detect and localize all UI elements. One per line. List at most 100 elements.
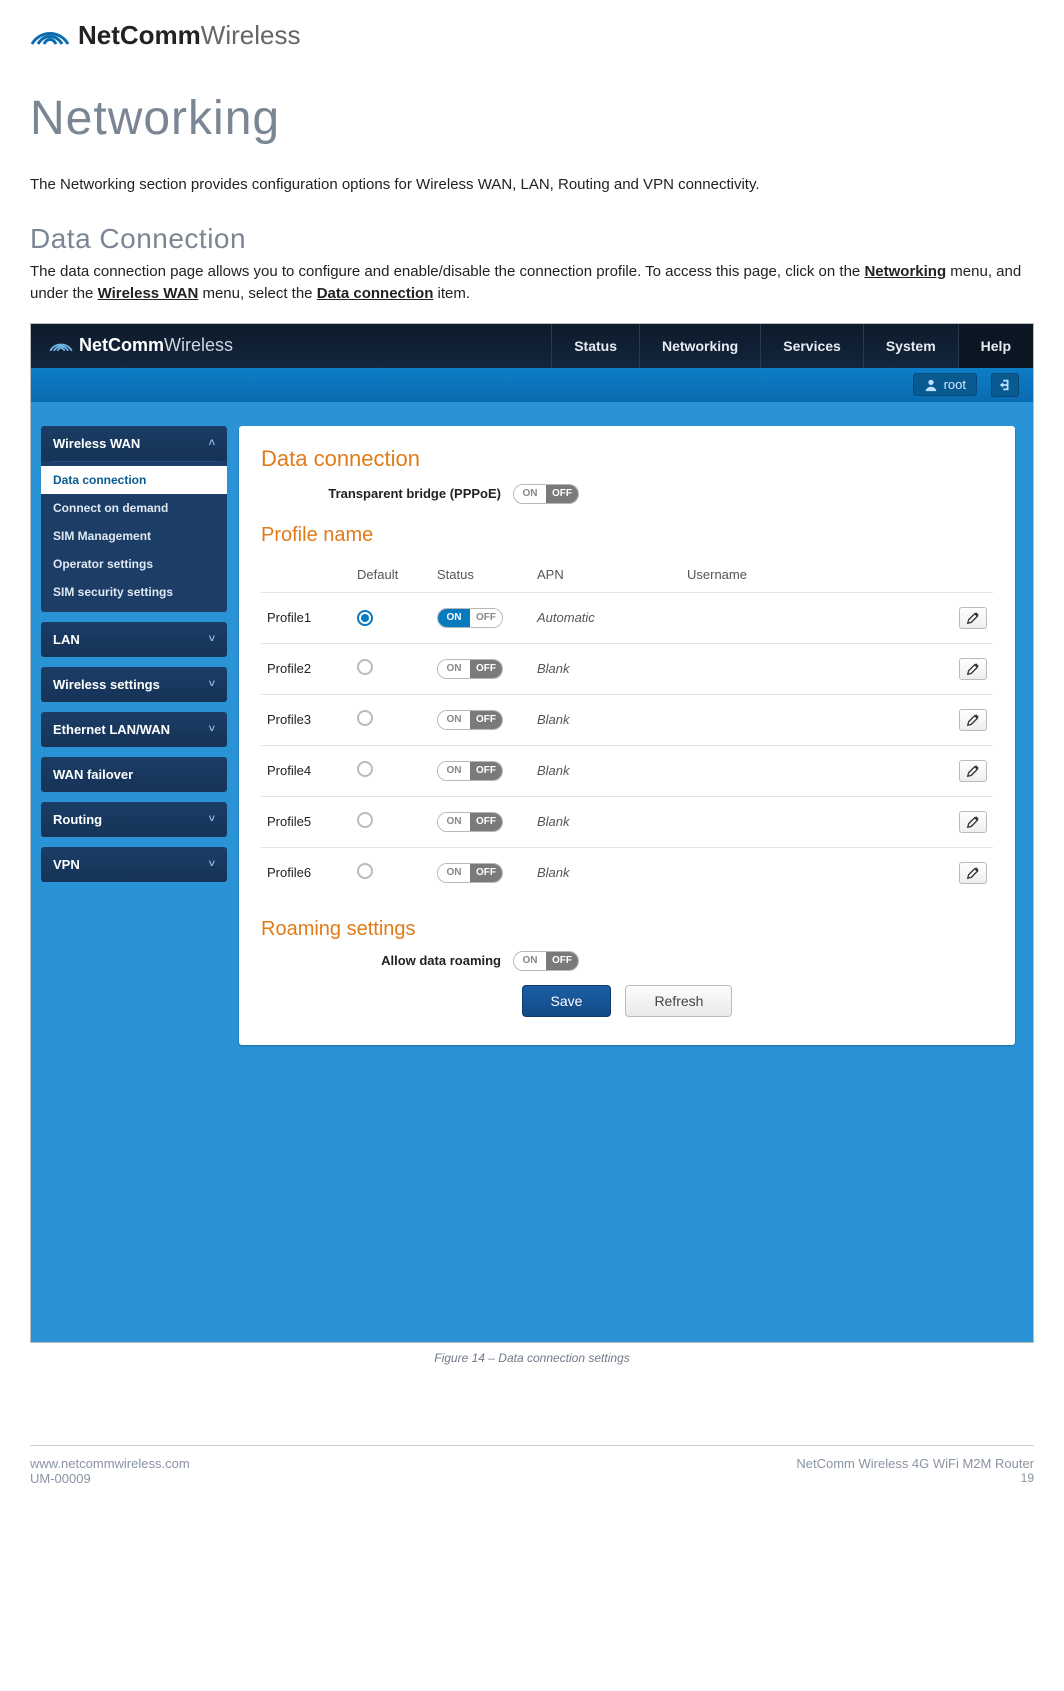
screenshot-frame: NetCommWireless Status Networking Servic… [30,323,1034,1343]
chevron-down-icon: ˅ [209,723,215,735]
sidebar-group-ethernet[interactable]: Ethernet LAN/WAN˅ [41,712,227,747]
profile-name: Profile1 [261,592,351,643]
roaming-toggle[interactable]: ONOFF [513,951,579,971]
figure-caption: Figure 14 – Data connection settings [30,1351,1034,1365]
table-row: Profile5ONOFFBlank [261,796,993,847]
chevron-down-icon: ˅ [209,633,215,645]
sidebar-group-wireless-wan[interactable]: Wireless WAN˄ [41,426,227,461]
main-panel: Data connection Transparent bridge (PPPo… [239,426,1015,1045]
app-topbar: NetCommWireless Status Networking Servic… [31,324,1033,368]
status-toggle[interactable]: ONOFF [437,761,503,781]
footer-url: www.netcommwireless.com [30,1456,190,1471]
pencil-icon [966,611,980,625]
sidebar-item-connect-on-demand[interactable]: Connect on demand [41,494,227,522]
sidebar-group-routing[interactable]: Routing˅ [41,802,227,837]
section-paragraph: The data connection page allows you to c… [30,261,1034,305]
edit-button[interactable] [959,607,987,629]
profile-name: Profile5 [261,796,351,847]
user-bar: root [31,368,1033,402]
default-radio[interactable] [357,812,373,828]
sidebar-item-sim-security[interactable]: SIM security settings [41,578,227,606]
section-heading: Data Connection [30,223,1034,255]
profile-heading: Profile name [261,524,993,547]
apn-cell: Blank [531,847,681,898]
sidebar: Wireless WAN˄ Data connection Connect on… [41,426,227,892]
profiles-table: Default Status APN Username Profile1ONOF… [261,557,993,898]
username-label: root [944,377,966,392]
sidebar-group-vpn[interactable]: VPN˅ [41,847,227,882]
pencil-icon [966,713,980,727]
sidebar-group-wireless-settings[interactable]: Wireless settings˅ [41,667,227,702]
pencil-icon [966,662,980,676]
edit-button[interactable] [959,709,987,731]
user-menu[interactable]: root [913,373,977,396]
status-toggle[interactable]: ONOFF [437,608,503,628]
nav-system[interactable]: System [863,324,958,368]
col-status: Status [431,557,531,593]
page-title: Networking [30,91,1034,146]
wifi-logo-icon [49,337,73,355]
sidebar-submenu-wireless-wan: Data connection Connect on demand SIM Ma… [41,461,227,612]
nav-status[interactable]: Status [551,324,639,368]
roaming-heading: Roaming settings [261,918,993,941]
edit-button[interactable] [959,862,987,884]
status-toggle[interactable]: ONOFF [437,659,503,679]
status-toggle[interactable]: ONOFF [437,812,503,832]
sidebar-group-lan[interactable]: LAN˅ [41,622,227,657]
apn-cell: Blank [531,745,681,796]
default-radio[interactable] [357,710,373,726]
footer-product: NetComm Wireless 4G WiFi M2M Router [796,1456,1034,1471]
edit-button[interactable] [959,760,987,782]
sidebar-group-wan-failover[interactable]: WAN failover [41,757,227,792]
panel-title: Data connection [261,446,993,472]
table-row: Profile6 ONOFF Blank [261,847,993,898]
edit-button[interactable] [959,658,987,680]
user-icon [924,378,938,392]
edit-button[interactable] [959,811,987,833]
nav-networking[interactable]: Networking [639,324,760,368]
default-radio[interactable] [357,761,373,777]
status-toggle[interactable]: ONOFF [437,710,503,730]
save-button[interactable]: Save [522,985,612,1017]
logout-button[interactable] [991,373,1019,397]
profile-name: Profile6 [261,847,351,898]
sidebar-item-sim-management[interactable]: SIM Management [41,522,227,550]
status-toggle[interactable]: ONOFF [437,863,503,883]
roaming-label: Allow data roaming [261,953,501,968]
bridge-label: Transparent bridge (PPPoE) [261,486,501,501]
intro-paragraph: The Networking section provides configur… [30,174,1034,195]
col-apn: APN [531,557,681,593]
apn-cell: Blank [531,643,681,694]
username-cell [681,745,953,796]
default-radio[interactable] [357,610,373,626]
sidebar-item-data-connection[interactable]: Data connection [41,466,227,494]
doc-logo: NetCommWireless [30,20,1034,51]
pencil-icon [966,866,980,880]
chevron-down-icon: ˅ [209,813,215,825]
footer-docid: UM-00009 [30,1471,190,1486]
profile-name: Profile2 [261,643,351,694]
refresh-button[interactable]: Refresh [625,985,732,1017]
username-cell [681,643,953,694]
app-logo: NetCommWireless [31,324,251,368]
default-radio[interactable] [357,659,373,675]
apn-cell: Automatic [531,592,681,643]
page-number: 19 [796,1471,1034,1485]
pencil-icon [966,815,980,829]
logout-icon [998,378,1012,392]
profile-name: Profile3 [261,694,351,745]
nav-help[interactable]: Help [958,324,1033,368]
chevron-up-icon: ˄ [209,437,215,449]
table-row: Profile2 ONOFF Blank [261,643,993,694]
sidebar-item-operator-settings[interactable]: Operator settings [41,550,227,578]
bridge-toggle[interactable]: ONOFF [513,484,579,504]
nav-services[interactable]: Services [760,324,863,368]
col-username: Username [681,557,953,593]
page-footer: www.netcommwireless.com UM-00009 NetComm… [30,1445,1034,1486]
doc-logo-text: NetCommWireless [78,20,300,51]
pencil-icon [966,764,980,778]
default-radio[interactable] [357,863,373,879]
username-cell [681,694,953,745]
wifi-logo-icon [30,21,70,51]
table-row: Profile1 ONOFF Automatic [261,592,993,643]
